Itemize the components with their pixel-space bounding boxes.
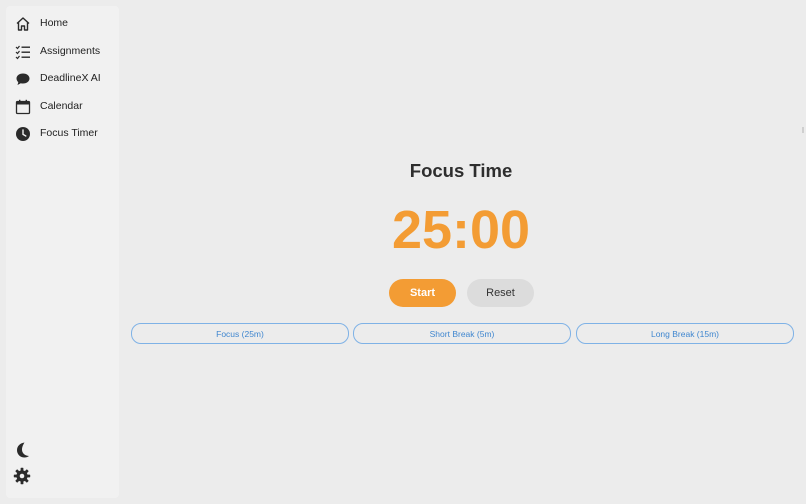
chat-bubble-icon <box>15 71 31 87</box>
sidebar-item-home[interactable]: Home <box>6 12 119 36</box>
clock-icon <box>15 126 31 142</box>
gear-icon[interactable] <box>13 467 31 485</box>
moon-icon[interactable] <box>13 441 31 459</box>
timer-display: 25:00 <box>391 200 531 260</box>
sidebar-item-label: DeadlineX AI <box>40 72 101 84</box>
sidebar-item-calendar[interactable]: Calendar <box>6 95 119 119</box>
long-break-button[interactable]: Long Break (15m) <box>576 323 794 344</box>
sidebar-item-label: Calendar <box>40 100 83 112</box>
focus-mode-button[interactable]: Focus (25m) <box>131 323 349 344</box>
sidebar-item-label: Assignments <box>40 45 101 57</box>
calendar-icon <box>15 99 31 115</box>
scrollbar-handle[interactable] <box>802 127 804 133</box>
sidebar-item-label: Focus Timer <box>40 127 98 139</box>
sidebar-item-deadlinex-ai[interactable]: DeadlineX AI <box>6 67 119 91</box>
sidebar-item-focus-timer[interactable]: Focus Timer <box>6 122 119 146</box>
start-button[interactable]: Start <box>389 279 456 307</box>
page-title: Focus Time <box>409 160 513 181</box>
reset-button[interactable]: Reset <box>467 279 534 307</box>
checklist-icon <box>15 44 31 60</box>
sidebar-item-label: Home <box>40 17 69 29</box>
sidebar: Home Assignments DeadlineX AI Calendar F… <box>6 6 119 498</box>
home-icon <box>15 16 31 32</box>
sidebar-item-assignments[interactable]: Assignments <box>6 40 119 64</box>
short-break-button[interactable]: Short Break (5m) <box>353 323 571 344</box>
